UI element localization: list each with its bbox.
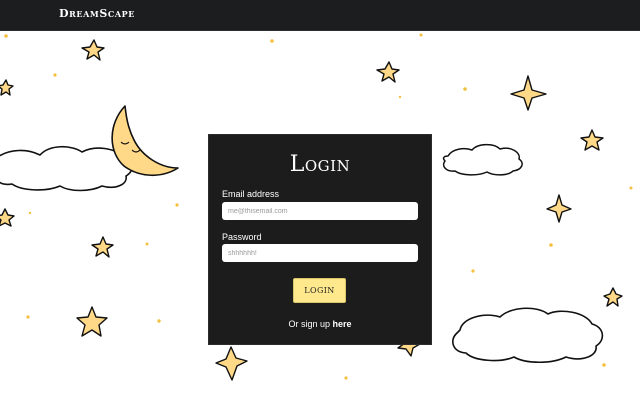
star-icon [376, 61, 400, 83]
sky-dot [28, 211, 32, 215]
star-icon [546, 194, 572, 223]
cloud-icon [452, 307, 604, 364]
sky-dot [26, 315, 30, 319]
sky-dot [549, 243, 553, 247]
signup-prompt: Or sign up here [208, 319, 432, 329]
password-field[interactable] [222, 244, 418, 262]
star-icon [603, 287, 623, 307]
sky-dot [157, 319, 161, 323]
email-field[interactable] [222, 202, 418, 220]
login-title: Login [289, 152, 351, 177]
sky-dot [4, 34, 8, 38]
sky-dot [602, 363, 606, 367]
signup-prefix-text: Or sign up [288, 319, 333, 329]
password-label: Password [222, 232, 262, 242]
sky-dot [463, 87, 467, 91]
sky-dot [471, 269, 475, 273]
email-label: Email address [222, 189, 280, 199]
sky-dot [145, 242, 149, 246]
login-button[interactable]: LOGIN [293, 278, 346, 303]
star-icon [0, 79, 14, 96]
signup-link[interactable]: here [333, 319, 352, 329]
sky-dot [175, 203, 179, 207]
star-icon [510, 75, 547, 111]
sky-dot [53, 73, 57, 77]
sky-dot [419, 33, 423, 37]
star-icon [91, 236, 114, 258]
star-icon [81, 39, 105, 61]
star-icon [76, 306, 108, 337]
sky-dot [398, 95, 402, 99]
sky-dot [344, 376, 348, 380]
star-icon [215, 346, 248, 381]
sky-dot [629, 186, 633, 190]
sky-dot [270, 39, 274, 43]
star-icon [580, 129, 604, 151]
star-icon [0, 208, 15, 227]
